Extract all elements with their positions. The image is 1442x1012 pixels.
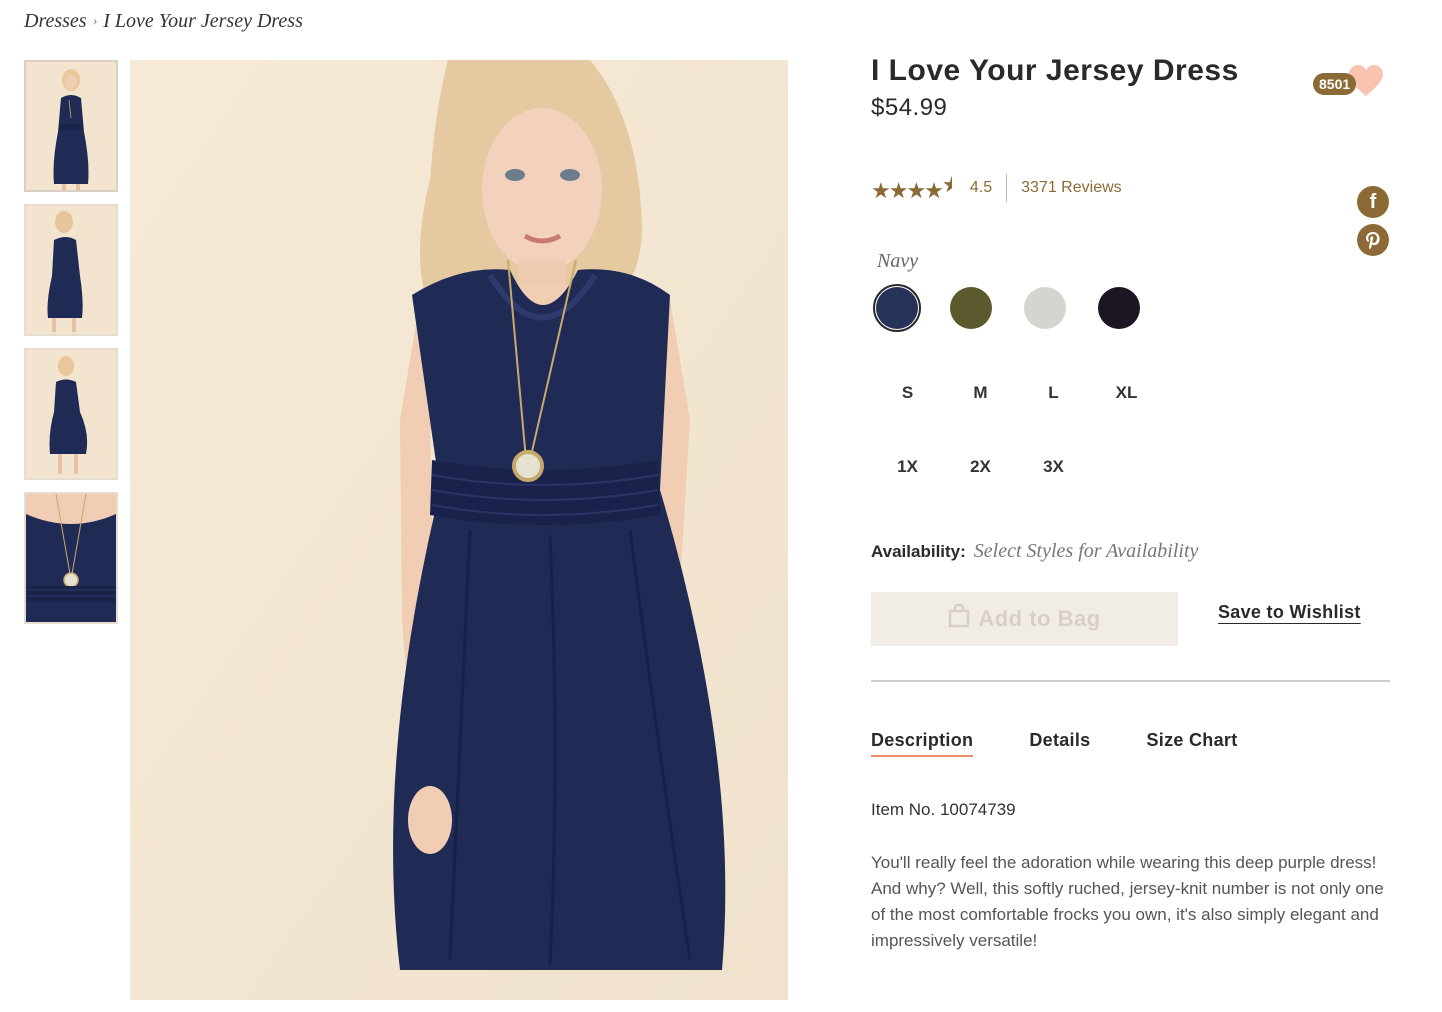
thumbnail-front-image bbox=[26, 62, 116, 190]
breadcrumb-separator: › bbox=[92, 13, 98, 29]
swatch-black[interactable] bbox=[1095, 284, 1143, 332]
size-option-3x[interactable]: 3X bbox=[1017, 430, 1090, 504]
facebook-icon[interactable]: f bbox=[1357, 186, 1389, 218]
thumbnail-detail-image bbox=[26, 494, 116, 622]
tab-details[interactable]: Details bbox=[1029, 730, 1090, 757]
swatch-olive-fill bbox=[950, 287, 992, 329]
rating: ★★★★★ 4.5 3371 Reviews bbox=[871, 172, 1122, 204]
add-to-bag-label: Add to Bag bbox=[978, 606, 1101, 631]
model-in-navy-dress-image bbox=[130, 60, 788, 1000]
thumbnail-side[interactable] bbox=[24, 348, 118, 480]
size-option-m[interactable]: M bbox=[944, 356, 1017, 430]
swatch-grey-fill bbox=[1024, 287, 1066, 329]
add-to-bag-button[interactable]: Add to Bag bbox=[871, 592, 1178, 646]
availability-value: Select Styles for Availability bbox=[973, 540, 1199, 562]
main-product-image[interactable] bbox=[130, 60, 788, 1000]
product-tabs: Description Details Size Chart bbox=[871, 730, 1238, 757]
tab-description[interactable]: Description bbox=[871, 730, 974, 757]
social-share: f bbox=[1357, 186, 1389, 256]
availability-label: Availability: bbox=[871, 542, 966, 561]
swatch-navy[interactable] bbox=[873, 284, 921, 332]
star-rating-icon: ★★★★★ bbox=[871, 172, 952, 203]
thumbnail-side-image bbox=[26, 350, 116, 478]
swatch-black-fill bbox=[1098, 287, 1140, 329]
thumbnail-back-image bbox=[26, 206, 116, 334]
rating-divider bbox=[1006, 174, 1008, 202]
color-swatches bbox=[873, 284, 1143, 332]
shopping-bag-icon bbox=[948, 603, 970, 634]
thumbnail-detail[interactable] bbox=[24, 492, 118, 624]
product-description: You'll really feel the adoration while w… bbox=[871, 853, 1384, 950]
selected-color-label: Navy bbox=[877, 250, 919, 272]
favorite-count: 8501 bbox=[1313, 72, 1357, 95]
thumbnail-back[interactable] bbox=[24, 204, 118, 336]
rating-value: 4.5 bbox=[969, 179, 993, 196]
availability: Availability: Select Styles for Availabi… bbox=[871, 540, 1198, 563]
thumbnail-list bbox=[24, 60, 118, 636]
breadcrumb-dresses-link[interactable]: Dresses bbox=[24, 10, 87, 33]
size-option-s[interactable]: S bbox=[871, 356, 944, 430]
swatch-grey[interactable] bbox=[1021, 284, 1069, 332]
tab-size-chart[interactable]: Size Chart bbox=[1146, 730, 1237, 757]
size-selector: S M L XL 1X 2X 3X bbox=[871, 356, 1231, 504]
reviews-link[interactable]: 3371 Reviews bbox=[1021, 179, 1122, 197]
save-to-wishlist-link[interactable]: Save to Wishlist bbox=[1218, 602, 1361, 623]
size-option-2x[interactable]: 2X bbox=[944, 430, 1017, 504]
pinterest-icon[interactable] bbox=[1357, 224, 1389, 256]
size-option-xl[interactable]: XL bbox=[1090, 356, 1163, 430]
item-number: Item No. 10074739 bbox=[871, 800, 1016, 819]
size-option-1x[interactable]: 1X bbox=[871, 430, 944, 504]
product-info: I Love Your Jersey Dress $54.99 8501 ★★★… bbox=[871, 54, 1391, 950]
size-option-l[interactable]: L bbox=[1017, 356, 1090, 430]
breadcrumb: Dresses › I Love Your Jersey Dress bbox=[24, 10, 303, 33]
divider bbox=[871, 680, 1390, 682]
swatch-navy-fill bbox=[876, 287, 918, 329]
swatch-olive[interactable] bbox=[947, 284, 995, 332]
thumbnail-front[interactable] bbox=[24, 60, 118, 192]
breadcrumb-current: I Love Your Jersey Dress bbox=[103, 10, 303, 32]
favorite-button[interactable]: 8501 bbox=[1313, 64, 1384, 103]
